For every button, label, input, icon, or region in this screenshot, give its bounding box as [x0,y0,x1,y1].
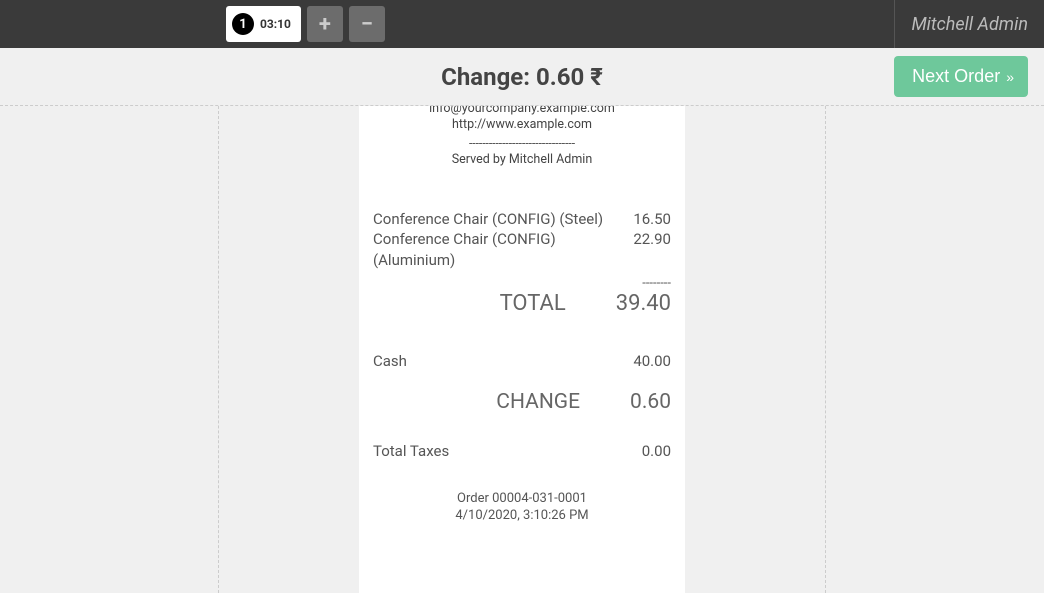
change-value: 0.60 [630,390,671,414]
right-divider [825,106,826,593]
order-datetime: 4/10/2020, 3:10:26 PM [373,507,671,525]
line-item: Conference Chair (CONFIG) (Aluminium) 22… [373,229,671,270]
line-item-price: 22.90 [633,229,671,270]
served-by: Served by Mitchell Admin [373,152,671,167]
payment-amount: 40.00 [633,352,671,370]
order-number-badge: 1 [232,13,254,35]
next-order-label: Next Order [912,66,1000,87]
payment-row: Cash 40.00 [373,352,671,370]
order-time: 03:10 [260,17,291,31]
add-order-button[interactable]: + [307,6,343,42]
total-row: TOTAL 39.40 [373,291,671,316]
receipt-header: My Company (San Francisco) Tel:+1 (650) … [373,106,671,132]
change-title: Change: 0.60 ₹ [441,63,603,91]
payment-method: Cash [373,352,407,370]
line-item-name: Conference Chair (CONFIG) (Steel) [373,209,633,229]
subtotal-divider: -------- [373,276,671,291]
remove-order-button[interactable]: − [349,6,385,42]
company-website: http://www.example.com [373,117,671,133]
order-id: Order 00004-031-0001 [373,490,671,508]
order-tab[interactable]: 1 03:10 [226,6,301,42]
receipt-container: My Company (San Francisco) Tel:+1 (650) … [0,106,1044,593]
total-label: TOTAL [373,291,616,316]
user-name[interactable]: Mitchell Admin [894,0,1028,48]
order-footer: Order 00004-031-0001 4/10/2020, 3:10:26 … [373,490,671,525]
header-row: Change: 0.60 ₹ Next Order » [0,48,1044,106]
line-item: Conference Chair (CONFIG) (Steel) 16.50 [373,209,671,229]
left-divider [218,106,219,593]
tax-label: Total Taxes [373,442,449,460]
next-order-button[interactable]: Next Order » [894,56,1028,97]
tax-row: Total Taxes 0.00 [373,442,671,460]
topbar: 1 03:10 + − Mitchell Admin [0,0,1044,48]
tax-value: 0.00 [642,442,671,460]
company-email: info@yourcompany.example.com [373,106,671,117]
tab-area: 1 03:10 + − [226,6,385,42]
line-item-price: 16.50 [633,209,671,229]
chevrons-right-icon: » [1006,69,1010,85]
change-label: CHANGE [373,390,630,414]
total-value: 39.40 [616,291,671,316]
receipt-divider: -------------------------------- [373,136,671,150]
change-row: CHANGE 0.60 [373,390,671,414]
receipt: My Company (San Francisco) Tel:+1 (650) … [359,106,685,593]
receipt-scroll[interactable]: My Company (San Francisco) Tel:+1 (650) … [317,106,727,593]
line-item-name: Conference Chair (CONFIG) (Aluminium) [373,229,633,270]
